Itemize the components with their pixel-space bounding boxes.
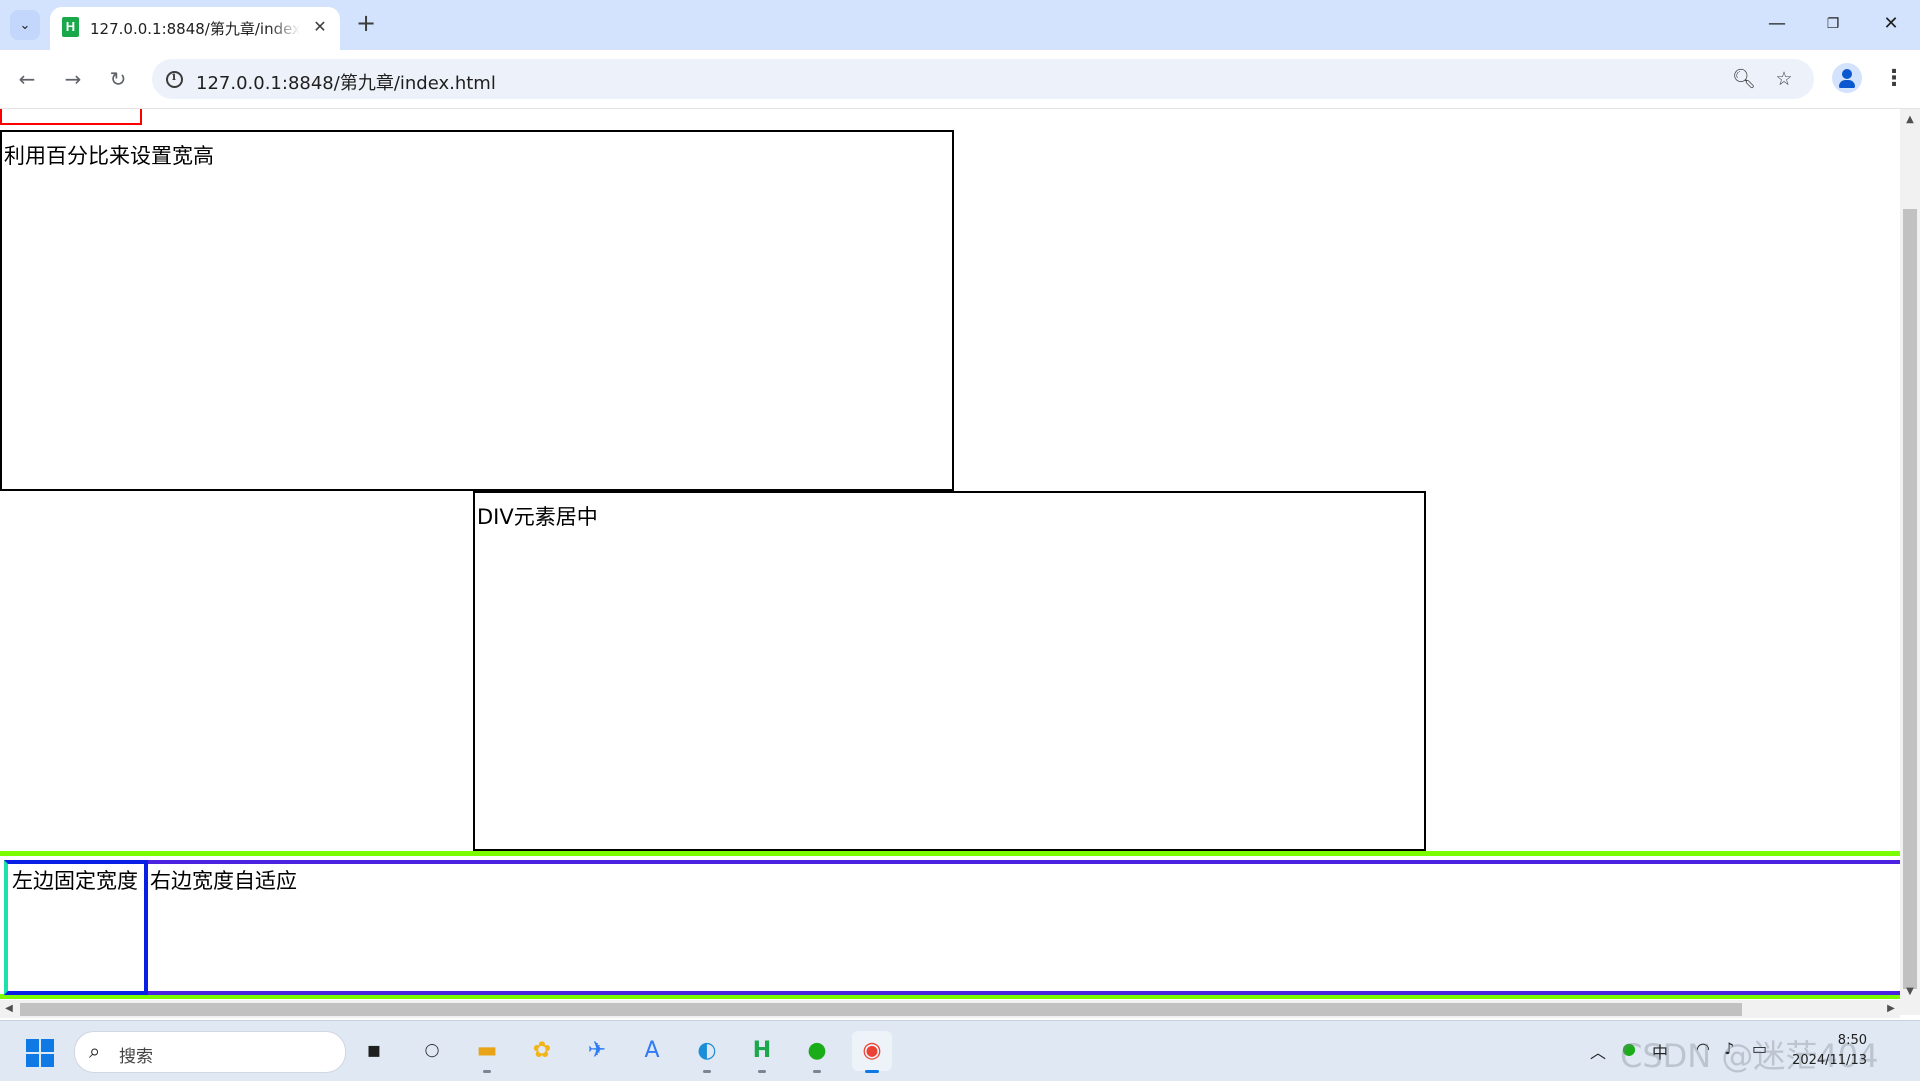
taskbar: ⌕ 搜索 ▪ ◯ ▬ ✿ ✈ A ◐ H ● ◉ ︿ ● 中 ◠ ♪ ▭ CSD… [0,1020,1920,1081]
browser-toolbar: ← → ↻ 127.0.0.1:8848/第九章/index.html 🔍︎ ☆… [0,50,1920,109]
task-view-icon[interactable]: ▪ [354,1031,394,1071]
horizontal-scroll-thumb[interactable] [20,1003,1742,1016]
restore-button[interactable]: ❐ [1810,8,1856,40]
vertical-scroll-thumb[interactable] [1903,209,1917,989]
scroll-left-arrow-icon[interactable]: ◀ [2,1002,16,1016]
two-column-wrapper: 左边固定宽度 右边宽度自适应 [0,851,1900,999]
active-indicator [865,1070,879,1073]
left-fixed-column: 左边固定宽度 [4,860,148,995]
app-feather-icon[interactable]: ✈ [577,1031,617,1071]
minimize-button[interactable]: — [1754,8,1800,40]
horizontal-scrollbar[interactable]: ◀ ▶ [0,1000,1900,1018]
percent-size-box: 利用百分比来设置宽高 [0,130,954,491]
clock-date: 2024/11/13 [1792,1053,1867,1068]
close-window-button[interactable]: ✕ [1868,8,1914,40]
search-placeholder: 搜索 [119,1047,153,1067]
zoom-icon[interactable]: 🔍︎ [1732,67,1756,91]
dell-icon[interactable]: ◯ [412,1031,452,1071]
vertical-scrollbar[interactable]: ▲ ▼ [1900,109,1920,1015]
running-indicator [703,1070,711,1073]
red-box [0,109,142,125]
tab-title: 127.0.0.1:8848/第九章/index.html [90,20,300,38]
page-viewport: 利用百分比来设置宽高 DIV元素居中 左边固定宽度 右边宽度自适应 [0,109,1900,1015]
bookmark-star-icon[interactable]: ☆ [1772,67,1796,91]
edge-browser-icon[interactable]: ◐ [687,1031,727,1073]
browser-tab[interactable]: H 127.0.0.1:8848/第九章/index.html ✕ [50,7,340,50]
scroll-down-arrow-icon[interactable]: ▼ [1900,985,1920,999]
centered-div-box-text: DIV元素居中 [477,505,598,529]
new-tab-button[interactable]: + [352,10,380,38]
hbuilder-icon[interactable]: H [742,1031,782,1073]
right-auto-column-text: 右边宽度自适应 [150,869,297,893]
chrome-icon[interactable]: ◉ [852,1031,892,1073]
running-indicator [813,1070,821,1073]
centered-div-box: DIV元素居中 [473,491,1426,851]
percent-size-box-text: 利用百分比来设置宽高 [4,144,214,168]
profile-avatar-icon[interactable] [1832,63,1862,93]
wechat-icon[interactable]: ● [797,1031,837,1073]
scroll-right-arrow-icon[interactable]: ▶ [1884,1002,1898,1016]
back-button[interactable]: ← [12,64,42,94]
left-fixed-column-text: 左边固定宽度 [12,869,138,893]
address-bar[interactable]: 127.0.0.1:8848/第九章/index.html 🔍︎ ☆ [152,59,1814,99]
app-a-icon[interactable]: A [632,1031,672,1071]
url-text[interactable]: 127.0.0.1:8848/第九章/index.html [196,69,496,95]
app-flower-icon[interactable]: ✿ [522,1031,562,1071]
system-clock[interactable]: 8:50 2024/11/13 [1792,1031,1867,1071]
tab-close-icon[interactable]: ✕ [308,15,332,39]
scroll-up-arrow-icon[interactable]: ▲ [1900,113,1920,127]
clock-time: 8:50 [1837,1033,1867,1048]
hbuilder-favicon-icon: H [62,17,79,37]
right-auto-column: 右边宽度自适应 [148,860,1900,995]
file-explorer-icon[interactable]: ▬ [467,1031,507,1073]
running-indicator [758,1070,766,1073]
windows-start-icon[interactable] [26,1039,54,1067]
taskbar-search-box[interactable]: ⌕ 搜索 [74,1031,346,1073]
tab-search-chevron-icon[interactable]: ⌄ [10,10,40,40]
reload-button[interactable]: ↻ [103,64,133,94]
running-indicator [483,1070,491,1073]
search-icon: ⌕ [89,1039,101,1063]
tray-overflow-chevron-icon[interactable]: ︿ [1590,1039,1606,1063]
tab-strip: ⌄ H 127.0.0.1:8848/第九章/index.html ✕ + — … [0,0,1920,50]
browser-menu-icon[interactable]: ⋮ [1880,64,1908,94]
forward-button[interactable]: → [58,64,88,94]
site-info-icon[interactable] [162,67,186,91]
